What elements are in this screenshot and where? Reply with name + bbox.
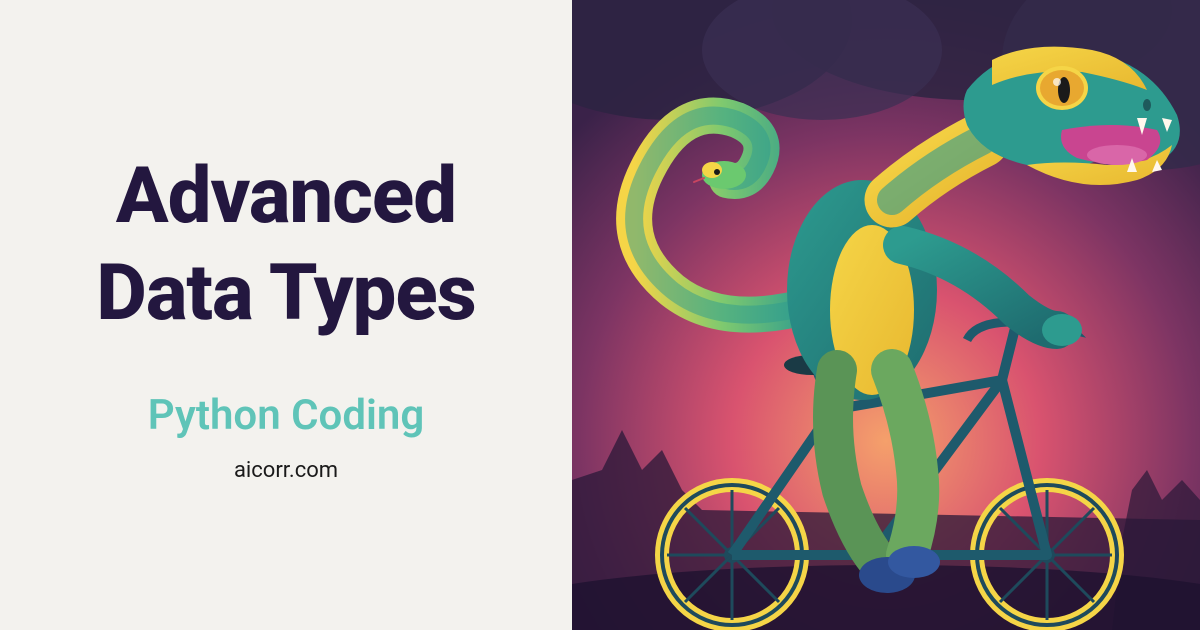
illustration-panel: [572, 0, 1200, 630]
python-bicycle-illustration-icon: [572, 0, 1200, 630]
text-panel: Advanced Data Types Python Coding aicorr…: [0, 0, 572, 630]
title-line-2: Data Types: [96, 248, 475, 339]
title-line-1: Advanced: [116, 151, 456, 242]
domain-text: aicorr.com: [234, 458, 338, 483]
subtitle: Python Coding: [148, 391, 424, 440]
main-title: Advanced Data Types: [96, 148, 475, 343]
